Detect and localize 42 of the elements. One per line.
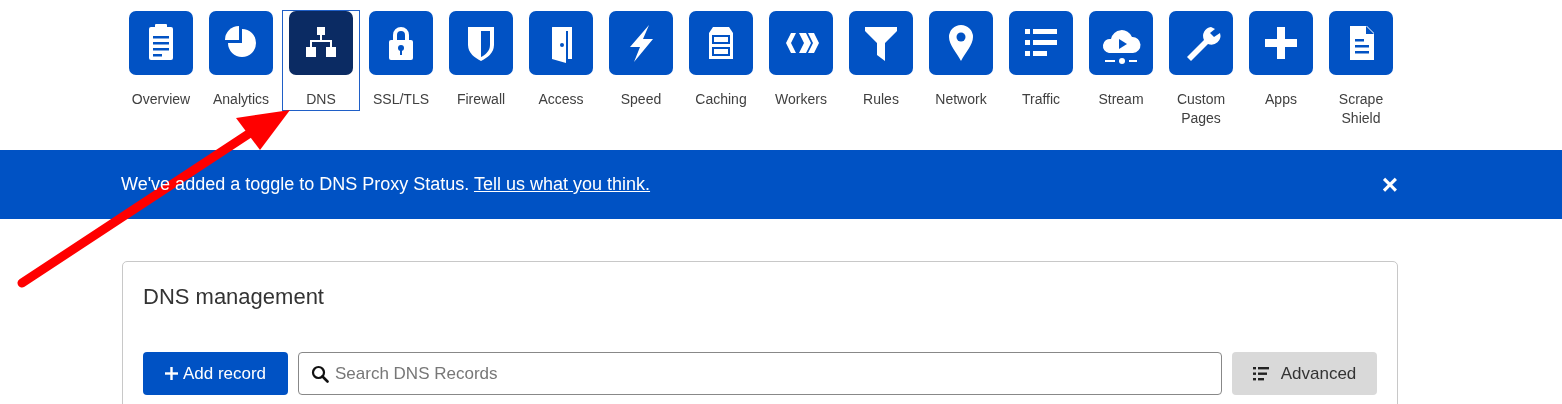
funnel-icon (849, 11, 913, 75)
nav-tab[interactable]: Traffic (1002, 10, 1080, 111)
sitemap-icon (289, 11, 353, 75)
nav-tab[interactable]: Firewall (442, 10, 520, 111)
plus-icon (1249, 11, 1313, 75)
nav-tab[interactable]: Speed (602, 10, 680, 111)
list-icon (1009, 11, 1073, 75)
nav-tab[interactable]: Access (522, 10, 600, 111)
clipboard-icon (129, 11, 193, 75)
door-icon (529, 11, 593, 75)
nav-tab[interactable]: Apps (1242, 10, 1320, 111)
close-button[interactable]: × (1381, 170, 1398, 199)
pie-chart-icon (209, 11, 273, 75)
nav-tab[interactable]: Rules (842, 10, 920, 111)
nav-tab[interactable]: Stream (1082, 10, 1160, 111)
advanced-button[interactable]: Advanced (1232, 352, 1377, 395)
nav-tab[interactable]: DNS (282, 10, 360, 111)
nav-tab[interactable]: Network (922, 10, 1000, 111)
nav-tab[interactable]: Workers (762, 10, 840, 111)
feedback-link[interactable]: Tell us what you think. (473, 174, 651, 194)
nav-tab[interactable]: Custom Pages (1162, 10, 1240, 130)
plus-icon (164, 367, 178, 380)
nav-tab[interactable]: Overview (122, 10, 200, 111)
card-title: DNS management (143, 284, 324, 310)
list-icon (1252, 366, 1269, 381)
nav-tab[interactable]: Scrape Shield (1322, 10, 1400, 130)
lightning-icon (609, 11, 673, 75)
map-pin-icon (929, 11, 993, 75)
add-record-button[interactable]: Add record (143, 352, 288, 395)
nav-tab[interactable]: Analytics (202, 10, 280, 111)
nav-tab[interactable]: Caching (682, 10, 760, 111)
document-icon (1329, 11, 1393, 75)
search-icon (311, 365, 329, 383)
banner-message: We've added a toggle to DNS Proxy Status. Tell us what you think. (121, 174, 651, 195)
lock-icon (369, 11, 433, 75)
server-icon (689, 11, 753, 75)
search-field[interactable]: Search DNS Records (298, 352, 1222, 395)
wrench-icon (1169, 11, 1233, 75)
chevrons-icon (769, 11, 833, 75)
nav-tab[interactable]: SSL/TLS (362, 10, 440, 111)
shield-icon (449, 11, 513, 75)
cloud-play-icon (1089, 11, 1153, 75)
